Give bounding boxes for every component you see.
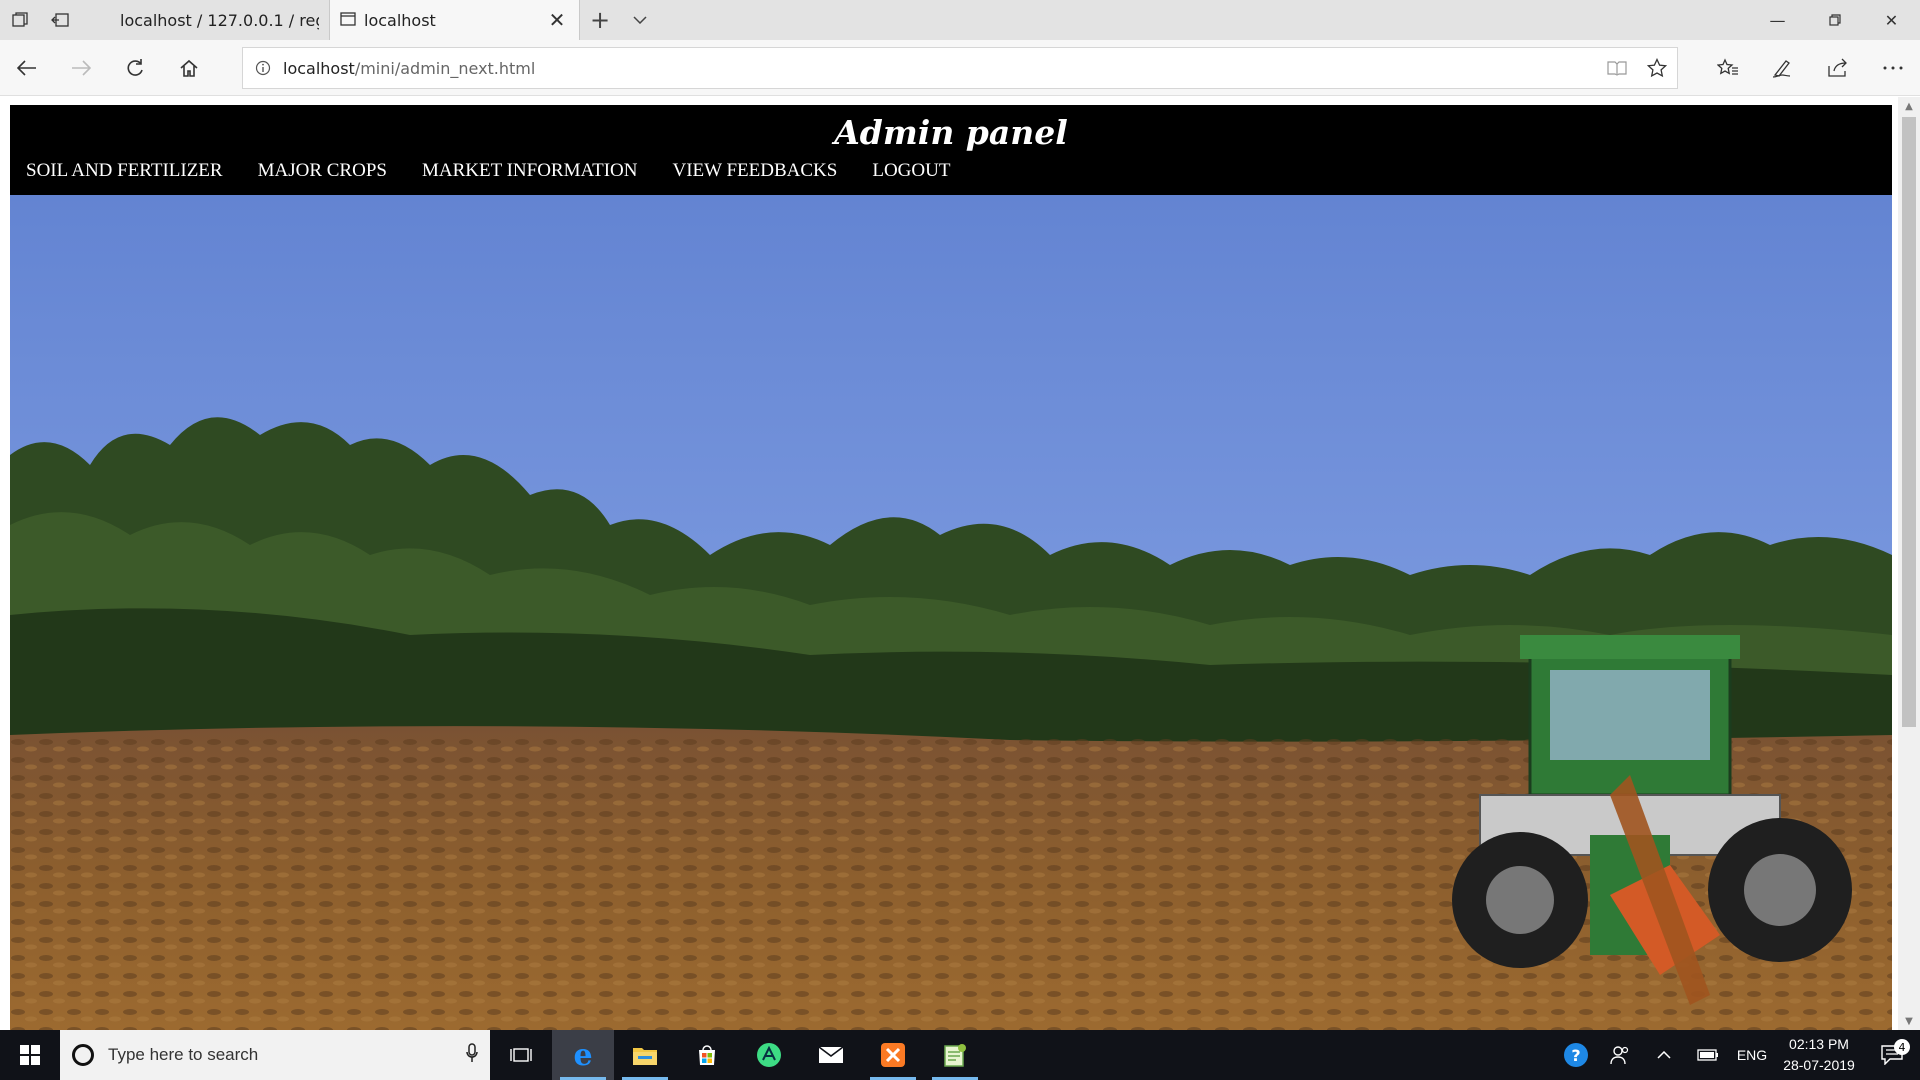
notification-count-badge: 4 — [1894, 1039, 1910, 1055]
url-actions — [1597, 58, 1677, 78]
scroll-up-arrow-icon[interactable]: ▲ — [1898, 97, 1920, 115]
favorites-icon[interactable] — [1700, 40, 1755, 96]
xampp-icon[interactable] — [862, 1030, 924, 1080]
forward-arrow-icon[interactable] — [54, 40, 108, 96]
tab-localhost[interactable]: localhost ✕ — [330, 0, 580, 40]
action-center-icon[interactable]: 4 — [1864, 1039, 1920, 1065]
windows-start-icon[interactable] — [0, 1030, 60, 1080]
close-tab-icon[interactable]: ✕ — [545, 8, 569, 32]
page-title: Admin panel — [834, 113, 1068, 152]
page-scrollbar[interactable]: ▲ ▼ — [1898, 97, 1920, 1030]
reading-view-icon[interactable] — [1597, 58, 1637, 78]
chevron-down-icon[interactable] — [620, 0, 660, 40]
main-nav: SOIL AND FERTILIZER MAJOR CROPS MARKET I… — [26, 160, 985, 182]
clock-time: 02:13 PM — [1789, 1036, 1849, 1052]
page-viewport: Admin panel SOIL AND FERTILIZER MAJOR CR… — [0, 97, 1920, 1030]
browser-tab-bar: localhost / 127.0.0.1 / regist localhost… — [0, 0, 1920, 40]
search-placeholder: Type here to search — [108, 1045, 259, 1064]
tractor-field-illustration — [10, 195, 1892, 1030]
edge-browser-icon[interactable]: e — [552, 1030, 614, 1080]
scrollbar-thumb[interactable] — [1902, 117, 1916, 727]
more-options-icon[interactable] — [1865, 40, 1920, 96]
microphone-icon[interactable] — [466, 1043, 478, 1067]
task-view-icon[interactable] — [490, 1030, 552, 1080]
scroll-down-arrow-icon[interactable]: ▼ — [1898, 1012, 1920, 1030]
back-arrow-icon[interactable] — [0, 40, 54, 96]
set-tabs-aside-icon[interactable] — [40, 0, 80, 40]
new-tab-icon[interactable]: + — [580, 0, 620, 40]
windows-taskbar: Type here to search e ? ENG 02:13 PM 28-… — [0, 1030, 1920, 1080]
url-path: /mini/admin_next.html — [354, 58, 536, 78]
browser-toolbar: localhost/mini/admin_next.html — [0, 40, 1920, 96]
language-indicator[interactable]: ENG — [1730, 1047, 1774, 1063]
nav-view-feedbacks[interactable]: VIEW FEEDBACKS — [672, 160, 837, 182]
hero-image — [10, 195, 1892, 1030]
android-studio-icon[interactable] — [738, 1030, 800, 1080]
refresh-icon[interactable] — [108, 40, 162, 96]
mail-icon[interactable] — [800, 1030, 862, 1080]
page-icon — [340, 11, 356, 30]
minimize-icon[interactable]: — — [1749, 0, 1806, 40]
taskbar-search[interactable]: Type here to search — [60, 1030, 490, 1080]
nav-major-crops[interactable]: MAJOR CROPS — [258, 160, 387, 182]
nav-market-information[interactable]: MARKET INFORMATION — [422, 160, 638, 182]
svg-text:?: ? — [1571, 1046, 1580, 1065]
address-bar[interactable]: localhost/mini/admin_next.html — [242, 47, 1678, 89]
share-icon[interactable] — [1810, 40, 1865, 96]
help-icon[interactable]: ? — [1554, 1042, 1598, 1068]
browser-actions — [1700, 40, 1920, 96]
web-note-pen-icon[interactable] — [1755, 40, 1810, 96]
site-info-icon[interactable] — [243, 60, 283, 76]
cortana-icon — [72, 1044, 94, 1066]
microsoft-store-icon[interactable] — [676, 1030, 738, 1080]
file-explorer-icon[interactable] — [614, 1030, 676, 1080]
url-host: localhost — [283, 58, 355, 78]
restore-icon[interactable] — [1806, 0, 1863, 40]
people-icon[interactable] — [1598, 1045, 1642, 1065]
close-window-icon[interactable]: ✕ — [1863, 0, 1920, 40]
system-tray: ? ENG 02:13 PM 28-07-2019 4 — [1554, 1030, 1920, 1080]
tab-title: localhost / 127.0.0.1 / regist — [120, 10, 319, 30]
site-header: Admin panel SOIL AND FERTILIZER MAJOR CR… — [10, 105, 1892, 195]
tab-actions-icon[interactable] — [0, 0, 40, 40]
nav-logout[interactable]: LOGOUT — [872, 160, 950, 182]
tab-phpmyadmin[interactable]: localhost / 127.0.0.1 / regist — [80, 0, 330, 40]
favorite-star-icon[interactable] — [1637, 58, 1677, 78]
nav-soil-and-fertilizer[interactable]: SOIL AND FERTILIZER — [26, 160, 223, 182]
clock-date: 28-07-2019 — [1783, 1057, 1855, 1073]
battery-icon[interactable] — [1686, 1049, 1730, 1061]
tab-title: localhost — [364, 10, 436, 30]
taskbar-clock[interactable]: 02:13 PM 28-07-2019 — [1774, 1034, 1864, 1076]
notepad-plus-plus-icon[interactable] — [924, 1030, 986, 1080]
url-text[interactable]: localhost/mini/admin_next.html — [283, 59, 535, 78]
home-icon[interactable] — [162, 40, 216, 96]
chevron-up-icon[interactable] — [1642, 1051, 1686, 1059]
window-controls: — ✕ — [1749, 0, 1920, 40]
